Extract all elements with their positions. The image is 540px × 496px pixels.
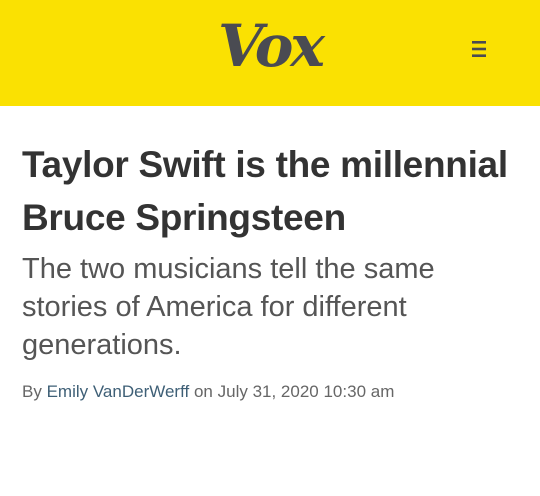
vox-logo[interactable]: Vox [0,13,540,79]
byline-prefix: By [22,382,42,401]
byline: By Emily VanDerWerff on July 31, 2020 10… [22,381,522,403]
author-link[interactable]: Emily VanDerWerff [47,382,190,401]
article-dek: The two musicians tell the same stories … [22,253,435,361]
hamburger-menu-icon [472,41,486,57]
site-header: Vox [0,0,540,106]
publish-date: July 31, 2020 10:30 am [217,382,395,401]
byline-on: on [193,382,213,401]
article-header: Taylor Swift is the millennial Bruce Spr… [22,138,522,403]
menu-button[interactable] [468,38,490,60]
article-headline: Taylor Swift is the millennial Bruce Spr… [22,144,508,238]
